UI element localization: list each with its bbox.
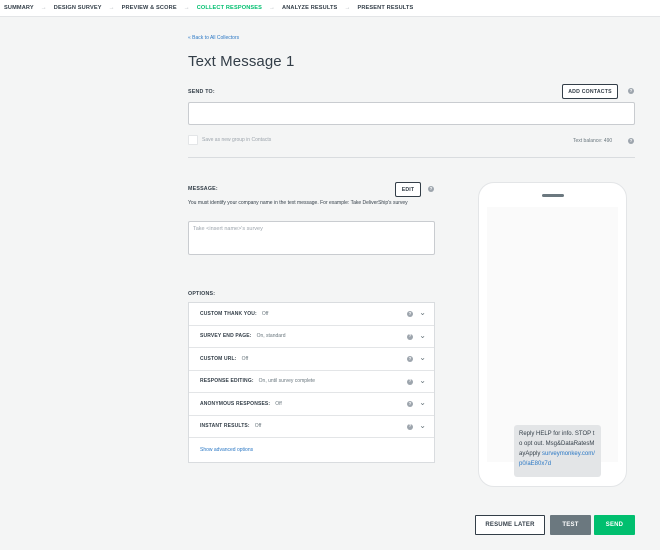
help-icon[interactable]: ? — [407, 401, 413, 407]
chevron-down-icon[interactable]: ⌄ — [419, 399, 426, 407]
message-textarea[interactable]: Take <insert name>'s survey — [188, 221, 435, 255]
message-placeholder: Take <insert name>'s survey — [193, 226, 263, 232]
help-icon[interactable]: ? — [407, 311, 413, 317]
option-name: CUSTOM URL: — [200, 355, 237, 362]
chevron-down-icon[interactable]: ⌄ — [419, 376, 426, 385]
help-icon[interactable]: ? — [628, 88, 634, 94]
help-icon[interactable]: ? — [407, 378, 413, 385]
edit-message-button[interactable]: EDIT — [395, 182, 421, 197]
text-balance: Text balance: 490 — [573, 138, 613, 144]
option-anonymous-responses[interactable]: ANONYMOUS RESPONSES: Off ? ⌄ — [189, 393, 434, 416]
save-group-checkbox[interactable] — [188, 135, 198, 145]
back-to-collectors-link[interactable]: « Back to All Collectors — [188, 35, 239, 41]
option-custom-url[interactable]: CUSTOM URL: Off ? ⌄ — [189, 348, 434, 371]
option-value: Off — [261, 310, 269, 317]
help-icon[interactable]: ? — [407, 333, 413, 340]
option-value: On, until survey complete — [258, 378, 316, 385]
nav-step-design-survey[interactable]: DESIGN SURVEY — [54, 5, 102, 11]
nav-step-analyze-results[interactable]: ANALYZE RESULTS — [282, 5, 337, 11]
phone-screen: Reply HELP for info. STOP to opt out. Ms… — [487, 207, 618, 477]
option-value: Off — [241, 355, 249, 362]
option-value: On, standard — [256, 333, 286, 340]
show-advanced-options-link[interactable]: Show advanced options — [200, 447, 253, 453]
option-survey-end-page[interactable]: SURVEY END PAGE: On, standard ? ⌄ — [189, 326, 434, 348]
send-to-label: SEND TO: — [188, 89, 215, 95]
options-label: OPTIONS: — [188, 291, 216, 297]
arrow-right-icon: → — [269, 5, 276, 11]
sms-preview-bubble: Reply HELP for info. STOP to opt out. Ms… — [514, 425, 601, 477]
message-label: MESSAGE: — [188, 186, 218, 192]
arrow-right-icon: → — [344, 5, 351, 11]
chevron-down-icon[interactable]: ⌄ — [419, 354, 426, 362]
phone-speaker — [542, 194, 564, 197]
chevron-down-icon[interactable]: ⌄ — [419, 331, 426, 340]
help-icon[interactable]: ? — [407, 423, 413, 430]
nav-step-preview-score[interactable]: PREVIEW & SCORE — [122, 5, 177, 11]
option-instant-results[interactable]: INSTANT RESULTS: Off ? ⌄ — [189, 416, 434, 438]
nav-step-present-results[interactable]: PRESENT RESULTS — [357, 5, 413, 11]
nav-step-summary[interactable]: SUMMARY — [4, 5, 34, 11]
test-button[interactable]: TEST — [550, 515, 591, 535]
help-icon[interactable]: ? — [628, 138, 634, 144]
add-contacts-button[interactable]: ADD CONTACTS — [562, 84, 618, 99]
option-custom-thank-you[interactable]: CUSTOM THANK YOU: Off ? ⌄ — [189, 303, 434, 326]
resume-later-button[interactable]: RESUME LATER — [475, 515, 545, 535]
arrow-right-icon: → — [108, 5, 115, 11]
options-panel: CUSTOM THANK YOU: Off ? ⌄ SURVEY END PAG… — [188, 302, 435, 463]
option-response-editing[interactable]: RESPONSE EDITING: On, until survey compl… — [189, 371, 434, 393]
option-name: ANONYMOUS RESPONSES: — [200, 400, 271, 407]
nav-step-collect-responses[interactable]: COLLECT RESPONSES — [197, 5, 262, 11]
help-icon[interactable]: ? — [407, 356, 413, 362]
message-hint: You must identify your company name in t… — [188, 200, 408, 206]
help-icon[interactable]: ? — [428, 186, 434, 192]
survey-steps-nav: SUMMARY → DESIGN SURVEY → PREVIEW & SCOR… — [0, 0, 660, 17]
option-value: Off — [275, 400, 282, 407]
option-name: INSTANT RESULTS: — [200, 423, 250, 430]
phone-preview: Reply HELP for info. STOP to opt out. Ms… — [478, 182, 627, 487]
chevron-down-icon[interactable]: ⌄ — [419, 309, 426, 317]
option-name: RESPONSE EDITING: — [200, 378, 254, 385]
arrow-right-icon: → — [40, 5, 47, 11]
page-title: Text Message 1 — [188, 53, 295, 70]
option-name: SURVEY END PAGE: — [200, 333, 252, 340]
arrow-right-icon: → — [183, 5, 190, 11]
send-to-input[interactable] — [188, 102, 635, 125]
save-group-label: Save as new group in Contacts — [202, 137, 272, 143]
chevron-down-icon[interactable]: ⌄ — [419, 421, 426, 430]
section-divider — [188, 157, 635, 158]
option-name: CUSTOM THANK YOU: — [200, 310, 257, 317]
send-button[interactable]: SEND — [594, 515, 635, 535]
option-value: Off — [254, 423, 262, 430]
